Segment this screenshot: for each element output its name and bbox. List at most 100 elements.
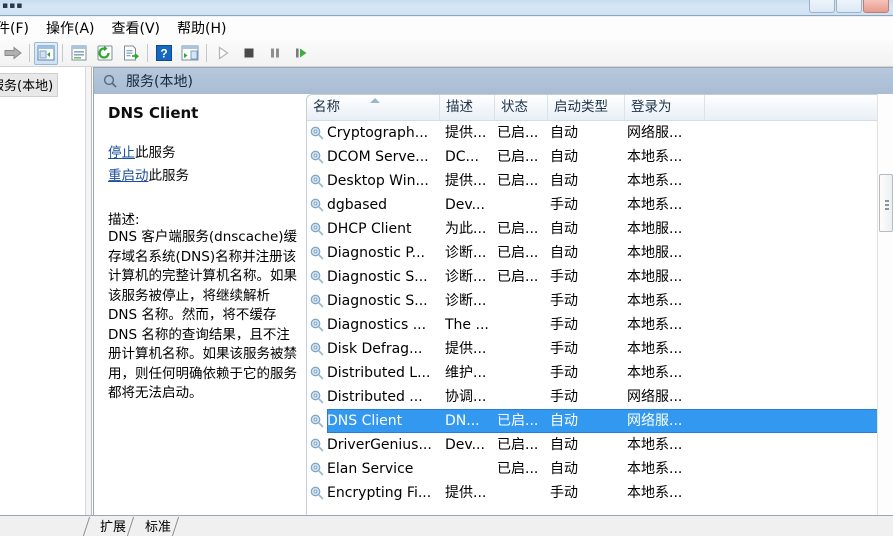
cell-logon: 网络服... [627,125,683,141]
menu-view[interactable]: 查看(V) [104,18,170,40]
table-row[interactable]: dgbased Dev... 手动 本地系... [307,193,893,217]
table-row[interactable]: Distributed L... 维护... 手动 本地系... [307,361,893,385]
column-filler [705,95,893,120]
cell-logon: 本地系... [627,341,683,357]
cell-description: 为此... [445,221,487,237]
cell-status [497,361,547,385]
toolbar-separator [206,44,207,62]
column-status[interactable]: 状态 [495,95,548,120]
tree-item-services-local[interactable]: 服务(本地) [0,73,59,97]
content-area: 服务(本地) 服务(本地) DNS Client 停止此服务 重启动此服务 [0,67,893,516]
cell-status [497,193,547,217]
service-gear-icon [310,126,324,140]
services-app-icon: ▪▪▪ [2,1,24,11]
column-startup-type[interactable]: 启动类型 [548,95,625,120]
pause-service-button[interactable] [263,42,287,65]
export-list-button[interactable] [119,42,143,65]
cell-logon: 本地服... [627,269,683,285]
cell-logon: 本地系... [627,437,683,453]
list-vertical-scrollbar[interactable] [877,94,893,516]
table-row[interactable]: Desktop Win... 提供... 已启... 自动 本地系... [307,169,893,193]
table-row[interactable]: Diagnostic S... 诊断... 手动 本地系... [307,289,893,313]
table-row[interactable]: Diagnostics ... The ... 手动 本地系... [307,313,893,337]
cell-startup: 自动 [550,125,578,141]
restart-service-link[interactable]: 重启动 [108,168,149,184]
stop-service-link[interactable]: 停止 [108,145,135,161]
stop-service-link-tail: 此服务 [135,145,176,161]
menu-help[interactable]: 帮助(H) [169,18,235,40]
maximize-button[interactable] [836,0,862,13]
cell-name: Elan Service [327,461,414,477]
table-row[interactable]: Elan Service 已启... 自动 本地系... [307,457,893,481]
cell-startup: 自动 [550,149,578,165]
cell-startup: 手动 [550,341,578,357]
cell-startup: 手动 [550,485,578,501]
cell-description: 诊断... [445,293,487,309]
cell-startup: 手动 [550,317,578,333]
toolbar-separator [29,44,30,62]
sort-ascending-icon [370,98,380,103]
cell-logon: 网络服... [627,389,683,405]
table-row[interactable]: DNS Client DN... 已启... 自动 网络服... [307,409,893,433]
table-row[interactable]: DCOM Serve... DC... 已启... 自动 本地系... [307,145,893,169]
column-description[interactable]: 描述 [440,95,495,120]
table-row[interactable]: Encrypting Fi... 提供... 手动 本地系... [307,481,893,505]
column-log-on-as[interactable]: 登录为 [625,95,705,120]
table-row[interactable]: Diagnostic S... 诊断... 已启... 手动 本地服... [307,265,893,289]
cell-name: Diagnostics ... [327,317,427,333]
cell-status [497,481,547,505]
description-label: 描述: [108,212,140,228]
cell-status: 已启... [497,413,539,429]
service-gear-icon [310,222,324,236]
menu-action[interactable]: 操作(A) [38,18,104,40]
cell-name: Encrypting Fi... [327,485,432,501]
table-row[interactable]: Cryptograph... 提供... 已启... 自动 网络服... [307,121,893,145]
service-gear-icon [310,174,324,188]
cell-startup: 手动 [550,365,578,381]
menu-file[interactable]: 件(F) [0,18,38,40]
toolbar: ? [0,40,893,67]
service-gear-icon [310,486,324,500]
cell-status [497,337,547,361]
cell-logon: 本地系... [627,461,683,477]
service-gear-icon [310,342,324,356]
pane-splitter[interactable] [86,67,92,515]
stop-service-button[interactable] [237,42,261,65]
cell-status: 已启... [497,149,539,165]
forward-button[interactable] [1,42,25,65]
help-button[interactable]: ? [152,42,176,65]
cell-description: 维护... [445,365,487,381]
cell-description: 诊断... [445,269,487,285]
service-gear-icon [310,294,324,308]
cell-description: The ... [445,317,489,333]
table-row[interactable]: Disk Defrag... 提供... 手动 本地系... [307,337,893,361]
stop-service-link-row: 停止此服务 [108,144,296,163]
refresh-button[interactable] [93,42,117,65]
cell-logon: 本地系... [627,197,683,213]
title-bar: ▪▪▪ [0,0,893,16]
cell-status [497,385,547,409]
table-row[interactable]: DriverGenius... Dev... 已启... 自动 本地系... [307,433,893,457]
show-hide-tree-button[interactable] [34,41,58,65]
close-button[interactable] [863,0,889,13]
minimize-button[interactable] [809,0,835,13]
cell-logon: 本地系... [627,365,683,381]
view-tab-bar: 扩展 标准 [0,515,893,536]
table-row[interactable]: Diagnostic P... 诊断... 已启... 自动 本地服... [307,241,893,265]
cell-description: 提供... [445,173,487,189]
scrollbar-thumb[interactable] [879,174,893,232]
cell-startup: 自动 [550,221,578,237]
cell-description: 提供... [445,485,487,501]
show-action-pane-button[interactable] [178,42,202,65]
cell-status: 已启... [497,173,539,189]
table-row[interactable]: DHCP Client 为此... 已启... 自动 本地服... [307,217,893,241]
restart-service-button[interactable] [289,42,313,65]
start-service-button[interactable] [211,42,235,65]
refresh-icon [97,45,113,61]
service-gear-icon [310,366,324,380]
cell-description: 提供... [445,341,487,357]
properties-icon [71,45,87,61]
cell-logon: 网络服... [627,413,683,429]
properties-button[interactable] [67,42,91,65]
table-row[interactable]: Distributed ... 协调... 手动 网络服... [307,385,893,409]
